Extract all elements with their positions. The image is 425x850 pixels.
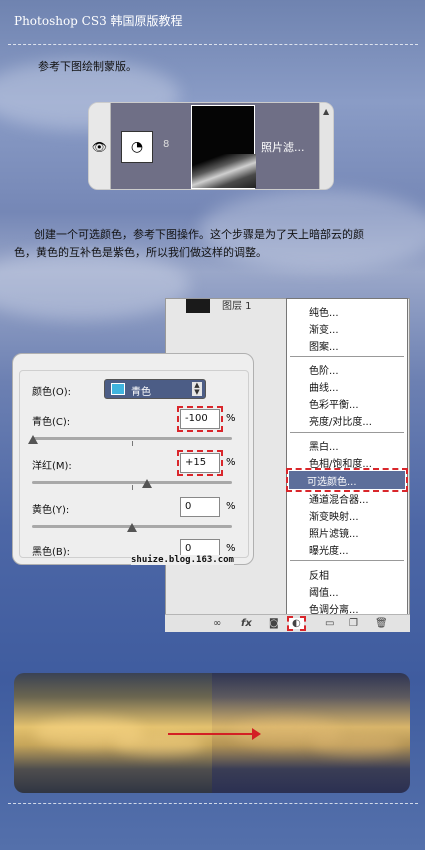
- step2-line2: 色，黄色的互补色是紫色，所以我们做这样的调整。: [14, 246, 267, 259]
- chevron-updown-icon: ▲ ▼: [192, 382, 202, 396]
- menu-item[interactable]: 黑白...: [309, 438, 339, 453]
- fx-icon[interactable]: fx: [241, 618, 252, 629]
- menu-item[interactable]: 曲线...: [309, 379, 339, 394]
- menu-item[interactable]: 图案...: [309, 338, 339, 353]
- menu-item[interactable]: 色阶...: [309, 362, 339, 377]
- slider-label: 黄色(Y):: [32, 505, 70, 516]
- colors-label: 颜色(O):: [32, 387, 72, 398]
- layer-mask-thumbnail[interactable]: [191, 105, 256, 189]
- menu-item[interactable]: 色相/饱和度...: [309, 455, 372, 470]
- menu-item[interactable]: 照片滤镜...: [309, 525, 359, 540]
- menu-item-selective-color[interactable]: 可选颜色...: [286, 468, 408, 492]
- selected-layer[interactable]: ◔ 8 照片滤...: [111, 103, 321, 189]
- mask-icon[interactable]: ◙: [269, 618, 279, 629]
- link-icon[interactable]: ∞: [213, 618, 221, 629]
- slider-label: 洋红(M):: [32, 461, 72, 472]
- menu-item[interactable]: 通道混合器...: [309, 491, 369, 506]
- adjustment-menu: 纯色... 渐变... 图案... 色阶... 曲线... 色彩平衡... 亮度…: [286, 298, 408, 616]
- menu-item[interactable]: 阈值...: [309, 584, 339, 599]
- slider-center-tick: [132, 485, 133, 490]
- menu-item[interactable]: 曝光度...: [309, 542, 349, 557]
- cyan-slider-track[interactable]: [32, 437, 232, 440]
- menu-item[interactable]: 渐变映射...: [309, 508, 359, 523]
- cyan-value-input[interactable]: -100: [177, 406, 223, 432]
- menu-item[interactable]: 纯色...: [309, 304, 339, 319]
- panel-header-label: 图层 1: [222, 301, 252, 312]
- yellow-value-input[interactable]: 0: [180, 497, 220, 517]
- eye-icon[interactable]: 👁: [89, 103, 111, 189]
- color-swatch: [111, 383, 125, 395]
- colors-select-value: 青色: [131, 387, 151, 398]
- arrow-right-icon: [168, 733, 254, 735]
- menu-divider: [290, 560, 404, 561]
- scroll-up-icon[interactable]: ▲: [323, 107, 329, 116]
- cloud-highlight: [312, 733, 402, 755]
- magenta-slider-track[interactable]: [32, 481, 232, 484]
- menu-divider: [290, 432, 404, 433]
- magenta-slider-thumb[interactable]: [142, 479, 152, 488]
- unit-label: %: [226, 501, 236, 512]
- cloud-bg: [0, 250, 190, 320]
- adjustment-layer-icon: ◔: [121, 131, 153, 163]
- selective-color-dialog: 颜色(O): 青色 ▲ ▼ 青色(C): -100 % 洋红(M): +15 % …: [12, 353, 254, 565]
- divider-bottom: [8, 803, 418, 804]
- menu-item[interactable]: 色彩平衡...: [309, 396, 359, 411]
- step1-text: 参考下图绘制蒙版。: [38, 60, 137, 73]
- cloud-highlight: [114, 733, 204, 755]
- watermark-credit: shuize.blog.163.com: [131, 555, 234, 565]
- menu-item-label: 可选颜色...: [307, 477, 357, 488]
- link-icon[interactable]: 8: [163, 139, 169, 150]
- slider-label: 黑色(B):: [32, 547, 71, 558]
- colors-select[interactable]: 青色 ▲ ▼: [104, 379, 206, 399]
- page-title: Photoshop CS3 韩国原版教程: [14, 14, 183, 28]
- layer-name: 照片滤...: [261, 141, 305, 154]
- slider-center-tick: [132, 441, 133, 446]
- new-adjustment-layer-icon[interactable]: ◐: [287, 616, 306, 631]
- trash-icon[interactable]: 🗑: [375, 618, 388, 629]
- slider-label: 青色(C):: [32, 417, 71, 428]
- divider-top: [8, 44, 418, 45]
- step2-line1: 创建一个可选颜色，参考下图操作。这个步骤是为了天上暗部云的颜: [34, 228, 364, 241]
- menu-divider: [290, 356, 404, 357]
- unit-label: %: [226, 457, 236, 468]
- unit-label: %: [226, 413, 236, 424]
- page: Photoshop CS3 韩国原版教程 参考下图绘制蒙版。 👁 ◔ 8 照片滤…: [0, 0, 425, 850]
- layer-row[interactable]: 👁 ◔ 8 照片滤... ▲: [88, 102, 334, 190]
- folder-icon[interactable]: ▭: [325, 618, 334, 629]
- arrowhead-icon: [252, 728, 261, 740]
- layer-thumbnail: [186, 299, 210, 313]
- magenta-value-input[interactable]: +15: [177, 450, 223, 476]
- layers-toolbar: ∞ fx ◙ ◐ ▭ ❐ 🗑: [165, 614, 410, 632]
- menu-item[interactable]: 反相: [309, 567, 329, 582]
- menu-item[interactable]: 渐变...: [309, 321, 339, 336]
- cyan-slider-thumb[interactable]: [28, 435, 38, 444]
- yellow-slider-thumb[interactable]: [127, 523, 137, 532]
- unit-label: %: [226, 543, 236, 554]
- menu-item[interactable]: 亮度/对比度...: [309, 413, 372, 428]
- layer-scrollbar[interactable]: ▲: [319, 103, 333, 189]
- mask-sky-shape: [192, 154, 256, 188]
- new-layer-icon[interactable]: ❐: [349, 618, 358, 629]
- dialog-group: 颜色(O): 青色 ▲ ▼ 青色(C): -100 % 洋红(M): +15 % …: [19, 370, 249, 559]
